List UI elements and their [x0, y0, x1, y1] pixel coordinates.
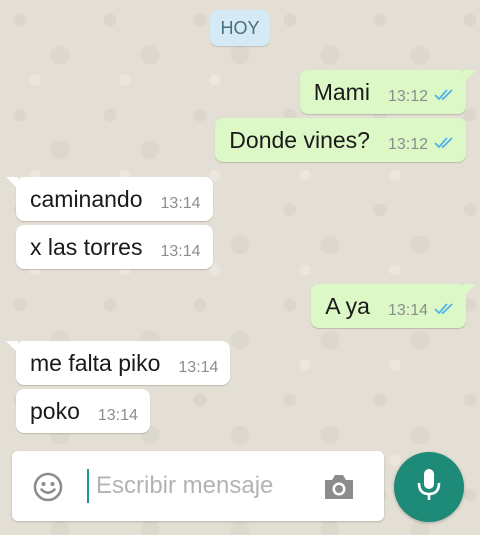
message-composer [12, 451, 384, 521]
message-bubble-incoming[interactable]: caminando 13:14 [6, 177, 213, 221]
message-bubble-incoming[interactable]: me falta piko 13:14 [5, 341, 231, 385]
message-text: caminando [30, 185, 143, 212]
message-time: 13:14 [178, 359, 219, 376]
message-time: 13:14 [97, 407, 138, 424]
date-divider: HOY [210, 10, 270, 46]
message-time: 13:14 [387, 302, 428, 319]
microphone-icon [415, 467, 443, 508]
message-bubble-incoming[interactable]: poko 13:14 [16, 389, 150, 433]
message-text: A ya [325, 292, 370, 319]
message-time: 13:12 [387, 136, 428, 153]
message-time: 13:12 [387, 88, 428, 105]
message-time: 13:14 [160, 195, 201, 212]
date-label: HOY [220, 17, 260, 38]
message-text: Donde vines? [229, 126, 370, 153]
double-check-read-icon [434, 136, 456, 155]
message-time: 13:14 [160, 243, 201, 260]
message-bubble-incoming[interactable]: x las torres 13:14 [16, 225, 213, 269]
message-text: Mami [313, 78, 370, 105]
text-cursor [87, 469, 89, 503]
microphone-button[interactable] [394, 452, 464, 522]
double-check-read-icon [434, 302, 456, 321]
message-bubble-outgoing[interactable]: A ya 13:14 [311, 284, 476, 328]
message-input[interactable] [84, 467, 326, 505]
message-text: poko [30, 397, 80, 424]
message-bubble-outgoing[interactable]: Donde vines? 13:12 [215, 118, 466, 162]
camera-icon[interactable] [322, 472, 356, 502]
message-text: me falta piko [30, 349, 161, 376]
message-bubble-outgoing[interactable]: Mami 13:12 [299, 70, 477, 114]
double-check-read-icon [434, 88, 456, 107]
message-text: x las torres [30, 233, 143, 260]
smiley-icon[interactable] [32, 471, 64, 503]
